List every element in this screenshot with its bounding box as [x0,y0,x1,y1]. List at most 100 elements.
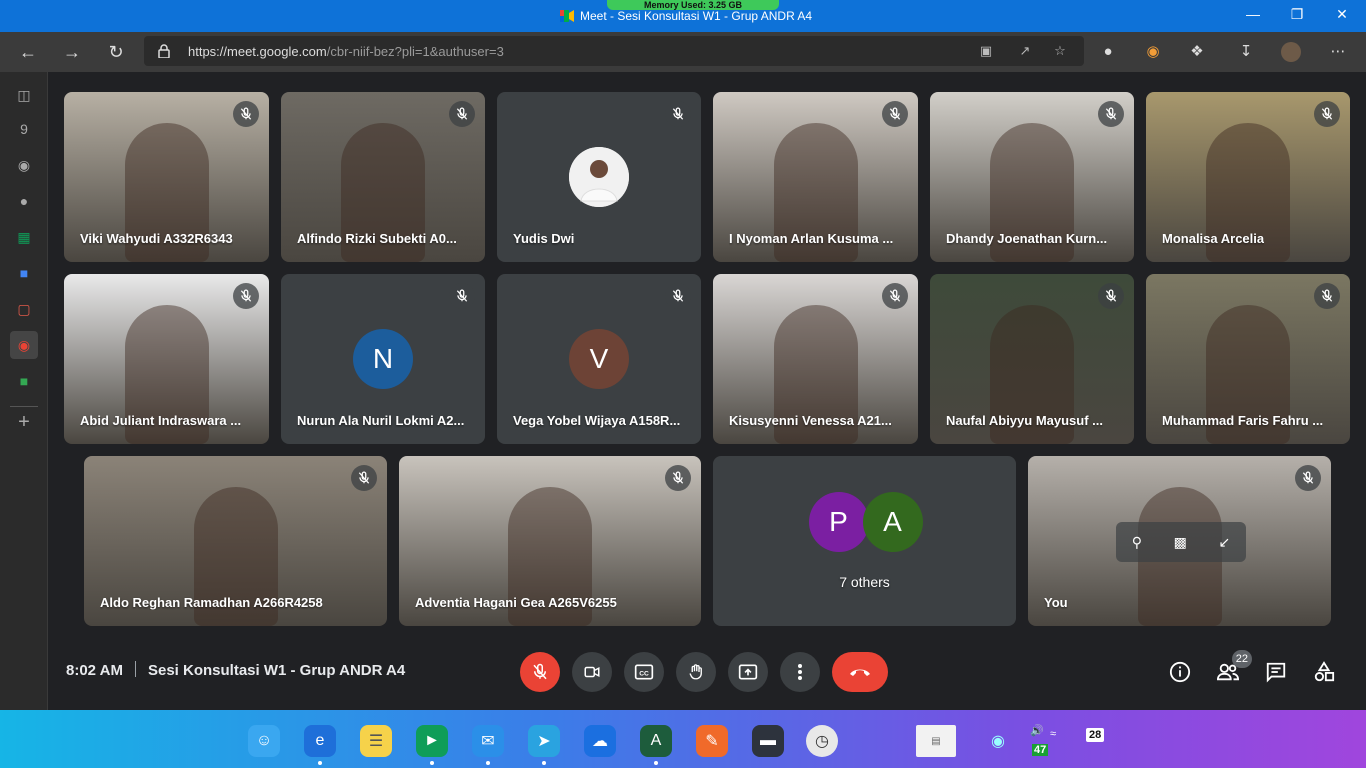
activities-button[interactable] [1310,658,1338,686]
participant-tile-yudis-dwi[interactable]: Yudis Dwi [497,92,701,262]
participant-name: Monalisa Arcelia [1162,231,1265,246]
cloud-icon[interactable]: ☁ [584,725,616,757]
info-icon [1169,661,1191,683]
participant-name: Abid Juliant Indraswara ... [80,413,242,428]
drop-icon[interactable]: ● [10,187,38,215]
meet-dock-icon[interactable]: ► [416,725,448,757]
window-title-text: Meet - Sesi Konsultasi W1 - Grup ANDR A4 [580,9,813,23]
record-icon[interactable]: ◉ [10,331,38,359]
profile-avatar[interactable] [1281,42,1301,62]
chat-button[interactable] [1262,658,1290,686]
mic-off-icon [533,663,547,680]
participant-tile-i-nyoman-arlan-kusuma[interactable]: I Nyoman Arlan Kusuma ... [713,92,918,262]
participant-tile-vega-yobel-wijaya-a158r[interactable]: V Vega Yobel Wijaya A158R... [497,274,701,444]
back-button[interactable]: ← [17,41,39,63]
participant-name: Kisusyenni Venessa A21... [729,413,892,428]
calendar-date[interactable]: 28 [1086,728,1105,742]
github-icon[interactable]: ◉ [10,151,38,179]
participant-tile-kisusyenni-venessa-a21[interactable]: Kisusyenni Venessa A21... [713,274,918,444]
edge-browser-icon[interactable]: e [304,725,336,757]
present-screen-button[interactable] [728,652,768,692]
camera-permission-icon[interactable]: ▣ [978,43,994,59]
participant-name: Yudis Dwi [513,231,575,246]
close-button[interactable]: ✕ [1332,6,1352,23]
people-button[interactable]: 22 [1214,650,1252,686]
volume-icon[interactable]: 🔊 [1030,724,1044,737]
participant-tile-7-others[interactable]: PA 7 others [713,456,1016,626]
blue-orb-icon[interactable]: ◉ [982,725,1014,757]
mic-muted-icon [1295,465,1321,491]
participant-name: 7 others [839,574,890,590]
tab-actions-icon[interactable]: ◫ [10,81,38,109]
extension-2-icon[interactable]: ◉ [1143,42,1163,62]
mic-muted-icon [665,465,691,491]
participant-tile-abid-juliant-indraswara[interactable]: Abid Juliant Indraswara ... [64,274,269,444]
refresh-button[interactable]: ↻ [105,41,127,63]
camera-toggle-button[interactable] [572,652,612,692]
participant-tile-alfindo-rizki-subekti-a0[interactable]: Alfindo Rizki Subekti A0... [281,92,485,262]
participant-tile-monalisa-arcelia[interactable]: Monalisa Arcelia [1146,92,1350,262]
divider [134,661,136,677]
minimize-self-icon[interactable]: ↙ [1218,534,1230,551]
participant-tile-you[interactable]: You ⚲ ▩ ↙ [1028,456,1331,626]
add-sidebar-icon[interactable]: + [10,408,38,436]
window-preview-thumbnail[interactable]: ▤ [916,725,956,757]
participant-name: Dhandy Joenathan Kurn... [946,231,1108,246]
restore-button[interactable]: ❐ [1287,6,1307,23]
leave-call-button[interactable] [832,652,888,692]
meeting-title: Sesi Konsultasi W1 - Grup ANDR A4 [147,662,406,679]
meet-logo-icon [560,10,574,22]
participant-tile-viki-wahyudi-a332r6343[interactable]: Viki Wahyudi A332R6343 [64,92,269,262]
participant-tile-aldo-reghan-ramadhan-a266r4258[interactable]: Aldo Reghan Ramadhan A266R4258 [84,456,387,626]
hide-self-view-icon[interactable]: ▩ [1174,534,1187,551]
participant-name: Nurun Ala Nuril Lokmi A2... [297,413,465,428]
address-bar[interactable]: https://meet.google.com/cbr-niif-bez?pli… [144,36,1084,66]
meet-app-icon[interactable]: ■ [10,259,38,287]
participant-tile-muhammad-faris-fahru[interactable]: Muhammad Faris Fahru ... [1146,274,1350,444]
meeting-details-button[interactable] [1166,658,1194,686]
participant-tile-dhandy-joenathan-kurn[interactable]: Dhandy Joenathan Kurn... [930,92,1134,262]
pin-icon[interactable]: ⚲ [1132,534,1142,551]
avatar-initial: P [808,492,869,552]
pdf-icon[interactable]: ▢ [10,295,38,323]
extensions-puzzle-icon[interactable]: ❖ [1187,42,1207,62]
participant-tile-adventia-hagani-gea-a265v6255[interactable]: Adventia Hagani Gea A265V6255 [399,456,701,626]
network-icon[interactable]: ≈ [1050,728,1056,740]
notes-icon[interactable]: ☰ [360,725,392,757]
launcher-icon[interactable]: ▬ [752,725,784,757]
menu-more-icon[interactable]: ⋯ [1328,42,1348,62]
window-title: Meet - Sesi Konsultasi W1 - Grup ANDR A4 [560,9,812,23]
downloads-icon[interactable]: ↧ [1236,42,1256,62]
favorite-star-icon[interactable]: ☆ [1052,43,1068,59]
captions-button[interactable]: CC [624,652,664,692]
more-options-button[interactable] [780,652,820,692]
mic-muted-icon [1098,283,1124,309]
raise-hand-button[interactable] [676,652,716,692]
mic-muted-icon [351,465,377,491]
sheets-icon[interactable]: ▦ [10,223,38,251]
meet-sidebar-icon[interactable]: ■ [10,367,38,395]
mail-icon[interactable]: ✉ [472,725,504,757]
sidebar-app-g-icon[interactable]: 9 [10,115,38,143]
minimize-button[interactable]: — [1243,6,1263,22]
mic-muted-icon [449,283,475,309]
participant-name: Muhammad Faris Fahru ... [1162,413,1324,428]
participant-tile-nurun-ala-nuril-lokmi-a2[interactable]: N Nurun Ala Nuril Lokmi A2... [281,274,485,444]
forward-button[interactable]: → [61,41,83,63]
participant-count-badge: 22 [1231,650,1252,668]
mic-toggle-button[interactable] [520,652,560,692]
clock-icon[interactable]: ◷ [806,725,838,757]
meeting-time: 8:02 AM [66,662,123,679]
mic-muted-icon [882,283,908,309]
finder-icon[interactable]: ☺ [248,725,280,757]
participant-name: You [1044,595,1068,610]
url-text[interactable]: https://meet.google.com/cbr-niif-bez?pli… [188,44,504,59]
mic-muted-icon [882,101,908,127]
pen-tool-icon[interactable]: ✎ [696,725,728,757]
android-studio-icon[interactable]: A [640,725,672,757]
telegram-icon[interactable]: ➤ [528,725,560,757]
participant-name: Aldo Reghan Ramadhan A266R4258 [100,595,323,610]
extension-1-icon[interactable]: ● [1098,42,1118,62]
open-in-app-icon[interactable]: ↗ [1017,43,1033,59]
participant-tile-naufal-abiyyu-mayusuf[interactable]: Naufal Abiyyu Mayusuf ... [930,274,1134,444]
